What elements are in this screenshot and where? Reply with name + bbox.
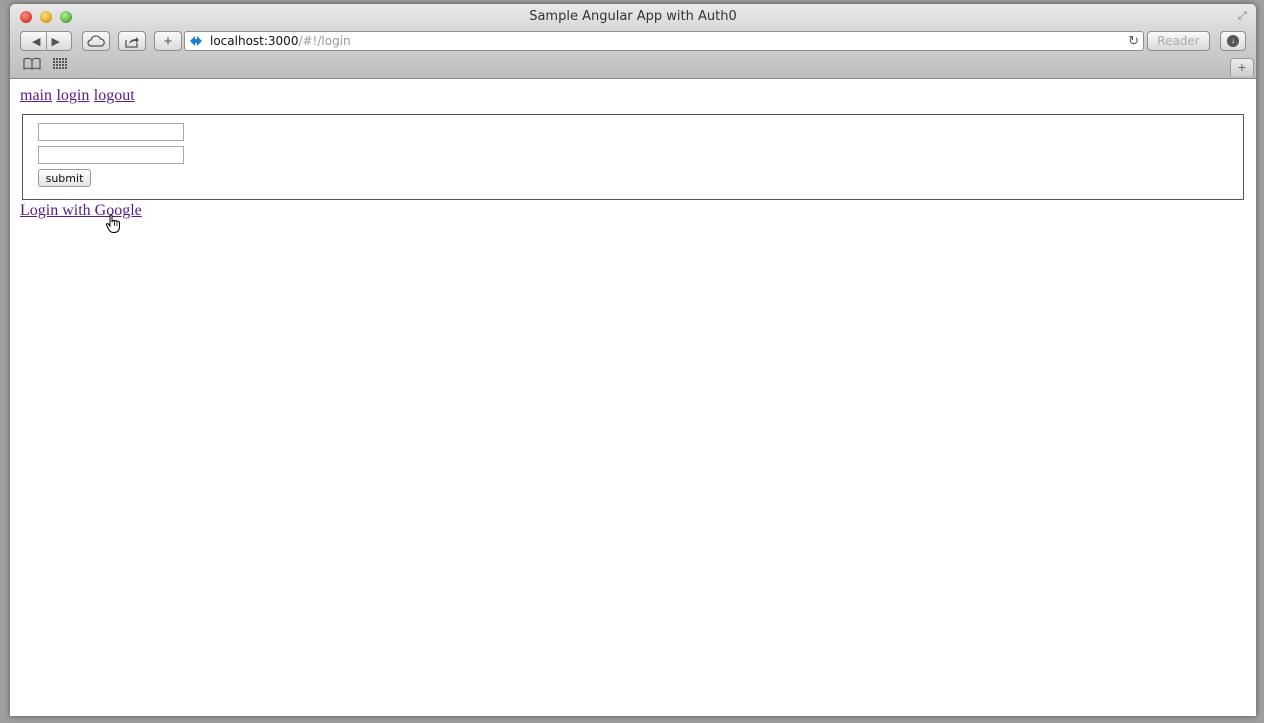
submit-button[interactable]: submit: [38, 169, 91, 187]
site-favicon-icon: [190, 36, 202, 46]
divider: [45, 32, 47, 50]
url-text[interactable]: localhost:3000/#!/login: [210, 34, 351, 48]
share-button[interactable]: [118, 31, 146, 51]
login-with-google-link[interactable]: Login with Google: [20, 202, 142, 220]
url-host: localhost:3000: [210, 34, 299, 48]
back-arrow-icon[interactable]: ◀: [32, 35, 40, 48]
address-bar[interactable]: localhost:3000/#!/login ↻: [184, 31, 1144, 51]
hand-pointer-cursor-icon: [105, 214, 120, 233]
nav-links: main login logout: [20, 87, 135, 105]
fullscreen-icon[interactable]: ⤢: [1238, 10, 1250, 22]
cloud-icon: [87, 35, 105, 47]
nav-link-logout[interactable]: logout: [94, 87, 135, 104]
username-input[interactable]: [38, 123, 184, 141]
forward-arrow-icon[interactable]: ▶: [52, 35, 60, 48]
back-forward-group: ◀ ▶: [20, 31, 72, 51]
login-form: submit: [22, 114, 1244, 200]
nav-link-main[interactable]: main: [20, 87, 52, 104]
add-tab-button[interactable]: +: [1230, 58, 1254, 76]
page-content: main login logout submit Login with Goog…: [10, 79, 1256, 716]
icloud-tabs-button[interactable]: [82, 31, 110, 51]
bookmarks-book-icon[interactable]: [23, 57, 41, 73]
reload-icon[interactable]: ↻: [1128, 33, 1139, 49]
url-path: /#!/login: [298, 34, 351, 48]
new-tab-button[interactable]: +: [154, 31, 182, 51]
title-bar: Sample Angular App with Auth0 ⤢ ◀ ▶ + lo…: [10, 4, 1256, 79]
share-icon: [125, 36, 139, 48]
password-input[interactable]: [38, 146, 184, 164]
reader-button[interactable]: Reader: [1147, 31, 1210, 51]
top-sites-grid-icon[interactable]: [53, 57, 69, 75]
nav-link-login[interactable]: login: [56, 87, 89, 104]
browser-window: Sample Angular App with Auth0 ⤢ ◀ ▶ + lo…: [10, 4, 1256, 716]
window-title: Sample Angular App with Auth0: [529, 9, 737, 24]
downloads-button[interactable]: ↓: [1220, 31, 1246, 51]
download-icon: ↓: [1227, 35, 1239, 47]
